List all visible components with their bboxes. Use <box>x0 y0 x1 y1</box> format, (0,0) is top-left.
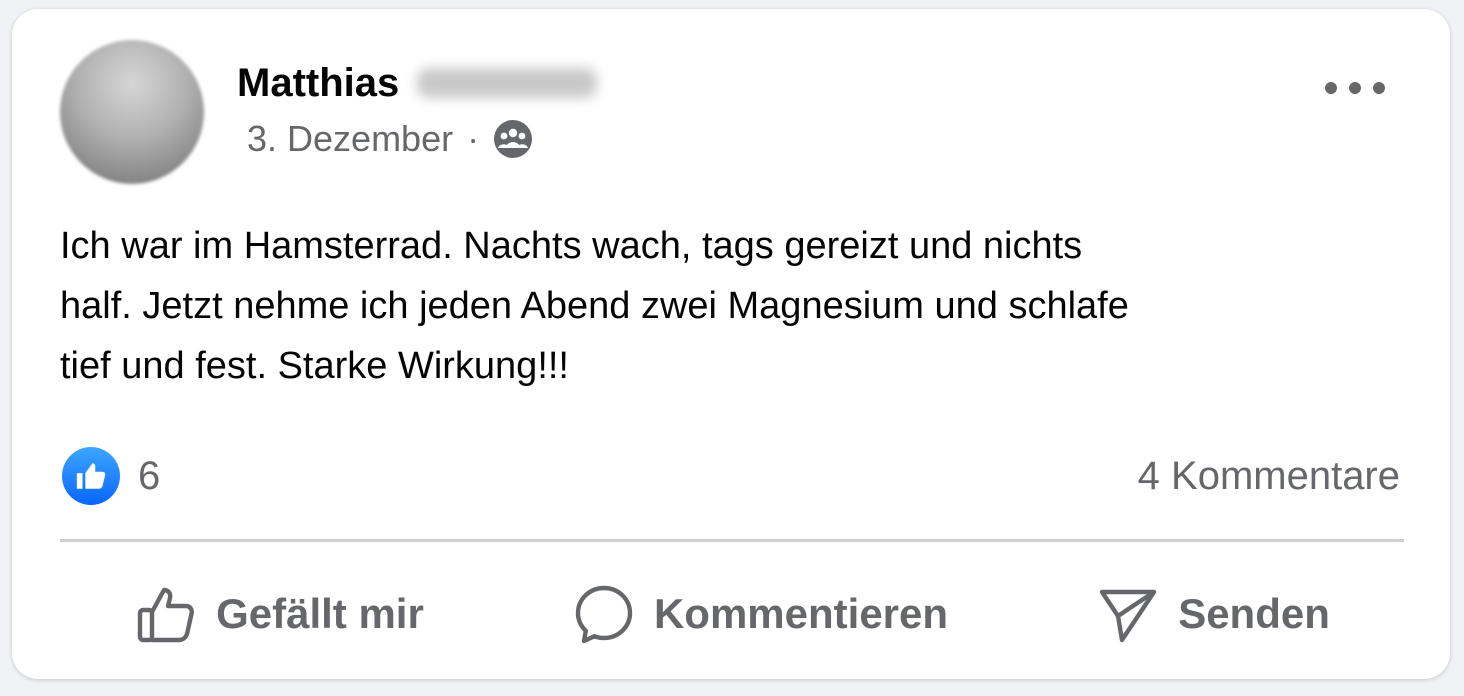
like-count: 6 <box>138 453 161 498</box>
like-button[interactable]: Gefällt mir <box>134 582 424 646</box>
post-card: Matthias 3. Dezember · Ich war im Hamste… <box>12 9 1450 679</box>
like-reaction-icon <box>62 447 120 505</box>
more-dot <box>1325 82 1337 94</box>
post-meta: 3. Dezember · <box>247 117 533 161</box>
send-icon <box>1096 582 1160 646</box>
more-dot <box>1373 82 1385 94</box>
post-text: Ich war im Hamsterrad. Nachts wach, tags… <box>60 225 1129 387</box>
send-button[interactable]: Senden <box>1096 582 1330 646</box>
avatar[interactable] <box>60 40 204 184</box>
thumbs-up-icon <box>134 582 198 646</box>
comment-button[interactable]: Kommentieren <box>572 582 948 646</box>
author-name[interactable]: Matthias <box>237 59 399 107</box>
comment-button-label: Kommentieren <box>653 590 949 637</box>
comment-bubble-icon <box>572 582 636 646</box>
action-bar: Gefällt mir Kommentieren Senden <box>60 569 1404 659</box>
meta-separator: · <box>467 118 480 159</box>
more-options-icon[interactable] <box>1325 73 1385 103</box>
like-button-label: Gefällt mir <box>216 590 424 637</box>
send-button-label: Senden <box>1178 590 1330 637</box>
reactions-summary[interactable]: 6 <box>62 447 160 505</box>
post-author[interactable]: Matthias <box>237 59 598 107</box>
divider <box>60 539 1404 542</box>
comments-count[interactable]: 4 Kommentare <box>1138 451 1400 501</box>
group-audience-icon[interactable] <box>493 119 533 159</box>
blurred-surname <box>417 68 598 98</box>
more-dot <box>1349 82 1361 94</box>
post-date[interactable]: 3. Dezember <box>247 117 453 161</box>
